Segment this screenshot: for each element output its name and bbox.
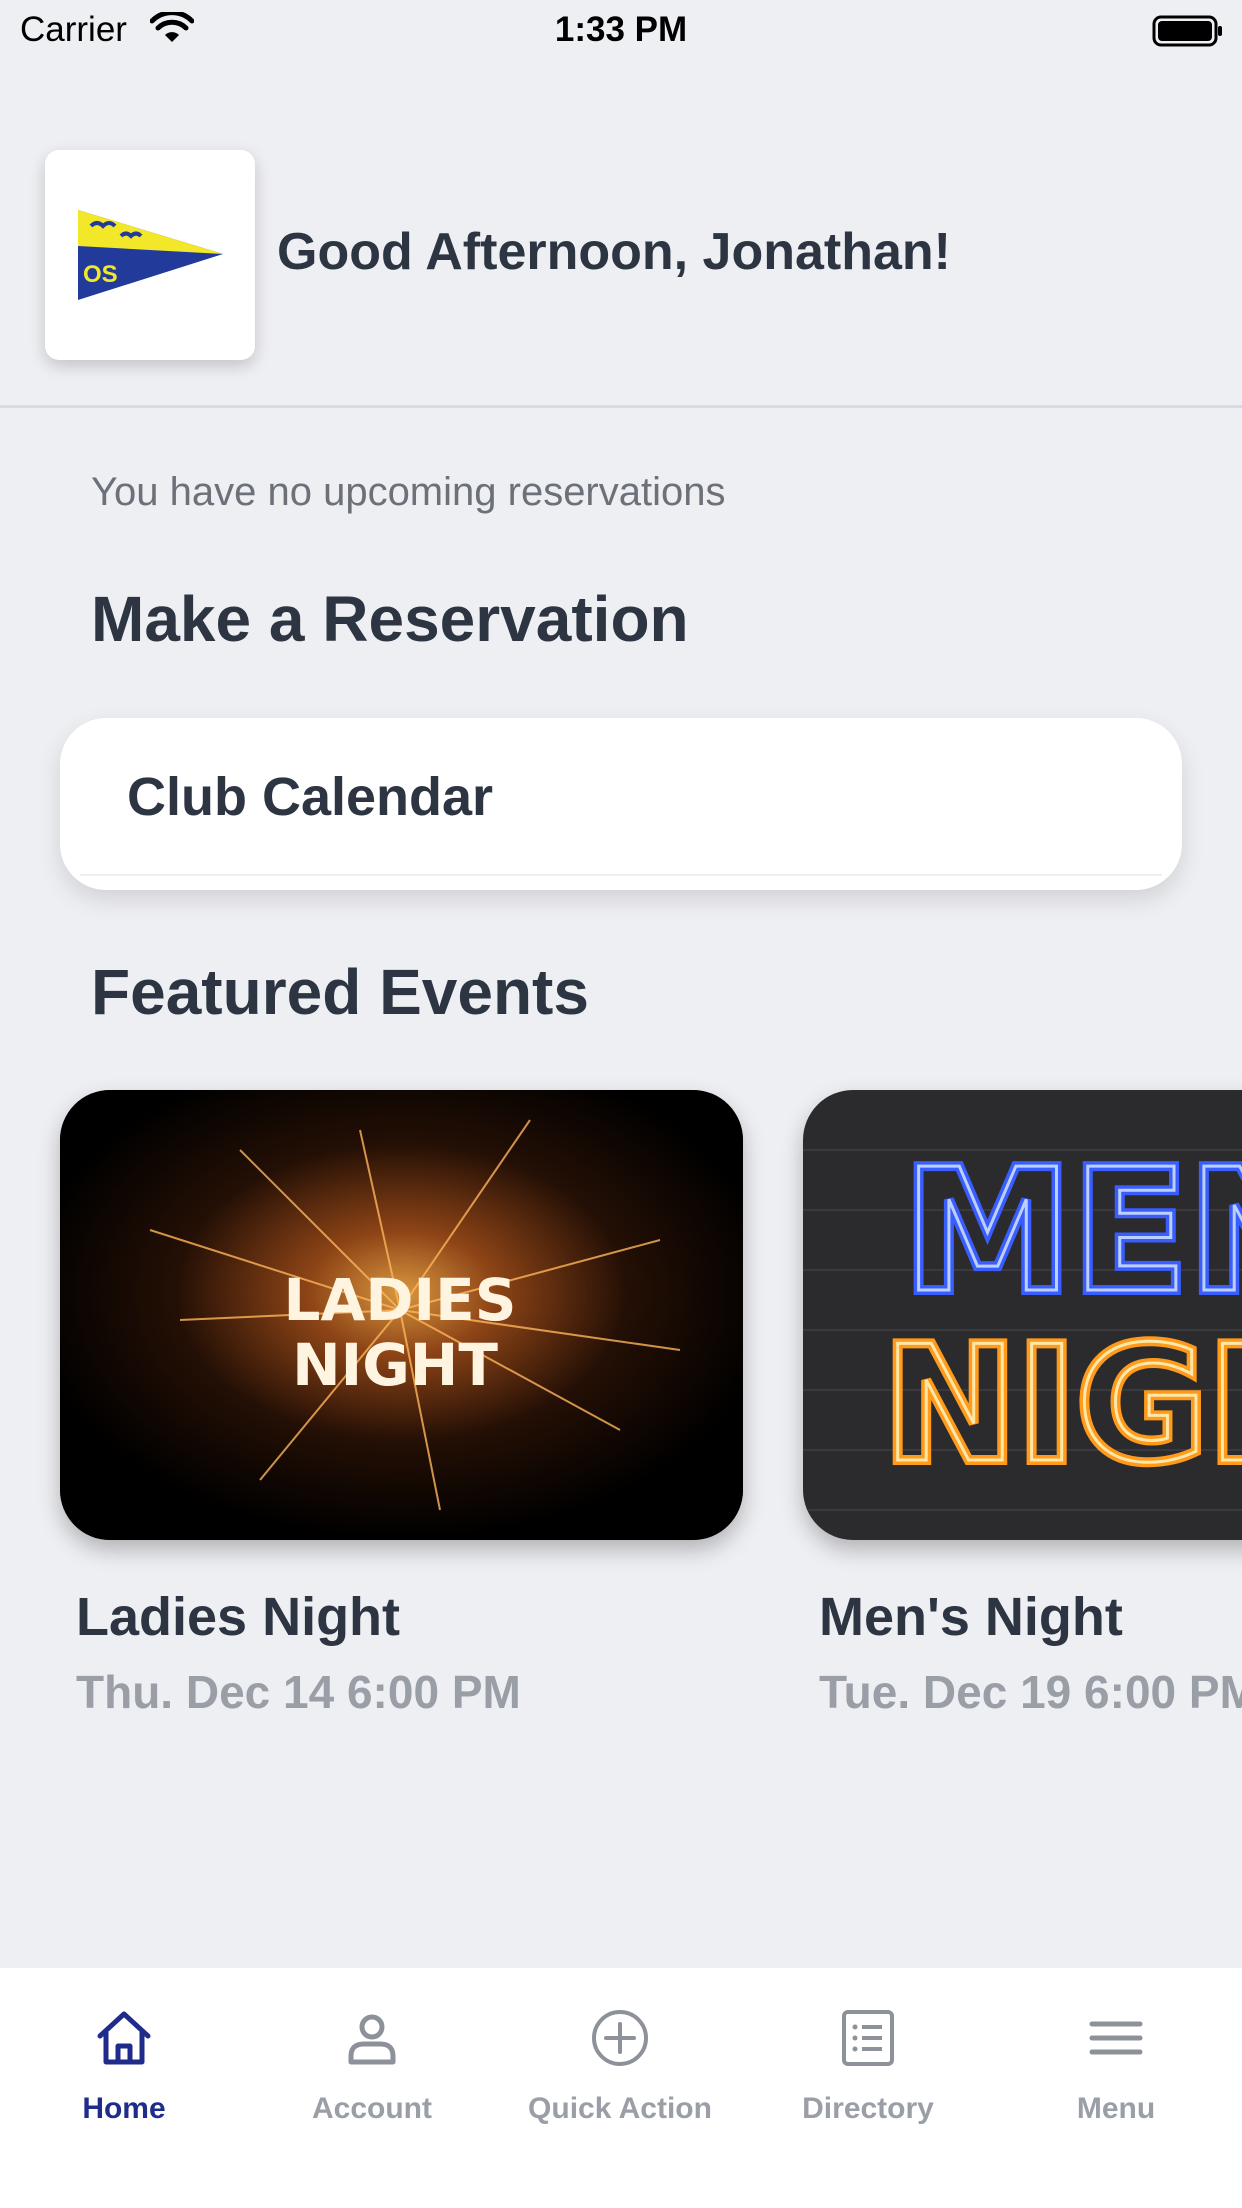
plus-circle-icon	[592, 2010, 648, 2066]
event-title: Men's Night	[819, 1587, 1123, 1647]
home-icon	[97, 2011, 151, 2065]
person-icon	[348, 2014, 396, 2065]
tab-home[interactable]: Home	[0, 2008, 248, 2158]
tab-directory-label: Directory	[802, 2092, 934, 2125]
list-icon	[842, 2010, 894, 2066]
svg-text:MEN: MEN	[903, 1133, 1242, 1331]
club-calendar-button[interactable]: Club Calendar	[60, 718, 1182, 890]
status-time: 1:33 PM	[554, 10, 688, 49]
no-reservations-message: You have no upcoming reservations	[91, 470, 726, 514]
event-card-mens-night[interactable]: MEN MEN NIGH NIGH Men's Night Tue. Dec 1…	[803, 1090, 1242, 1718]
tab-account-label: Account	[312, 2092, 432, 2125]
event-title: Ladies Night	[76, 1587, 401, 1647]
featured-events-title: Featured Events	[91, 956, 589, 1028]
tab-home-label: Home	[82, 2092, 166, 2125]
tab-menu[interactable]: Menu	[992, 2008, 1240, 2158]
svg-text:LADIES: LADIES	[284, 1266, 517, 1334]
neon-sign-image: MEN MEN NIGH NIGH	[803, 1090, 1242, 1540]
event-date: Tue. Dec 19 6:00 PM	[819, 1666, 1242, 1718]
pennant-icon: OS	[78, 210, 223, 300]
club-calendar-label: Club Calendar	[127, 767, 494, 827]
event-date: Thu. Dec 14 6:00 PM	[76, 1666, 521, 1718]
tab-menu-label: Menu	[1076, 2092, 1156, 2125]
tab-quick-action[interactable]: Quick Action	[496, 2008, 744, 2158]
card-divider	[80, 874, 1162, 876]
event-card-ladies-night[interactable]: LADIES NIGHT Ladies Night Thu. Dec 14 6:…	[60, 1090, 743, 1718]
svg-text:NIGH: NIGH	[883, 1311, 1242, 1498]
hamburger-icon	[1089, 2021, 1143, 2055]
greeting-text: Good Afternoon, Jonathan!	[277, 223, 951, 281]
logo-text: OS	[83, 261, 118, 288]
tab-bar: Home Account Quick Action Directory Menu	[0, 1968, 1242, 2208]
sparkler-image: LADIES NIGHT	[60, 1090, 743, 1540]
battery-icon	[1152, 15, 1222, 47]
tab-directory[interactable]: Directory	[744, 2008, 992, 2158]
club-logo[interactable]: OS	[45, 150, 255, 360]
tab-quick-action-label: Quick Action	[528, 2092, 712, 2125]
status-bar: Carrier 1:33 PM	[0, 0, 1242, 62]
home-screen: Carrier 1:33 PM OS Good Afternoon, Jonat…	[0, 0, 1242, 2208]
make-reservation-title: Make a Reservation	[91, 583, 689, 655]
svg-text:NIGHT: NIGHT	[292, 1331, 498, 1399]
tab-account[interactable]: Account	[248, 2008, 496, 2158]
header-divider	[0, 405, 1242, 408]
